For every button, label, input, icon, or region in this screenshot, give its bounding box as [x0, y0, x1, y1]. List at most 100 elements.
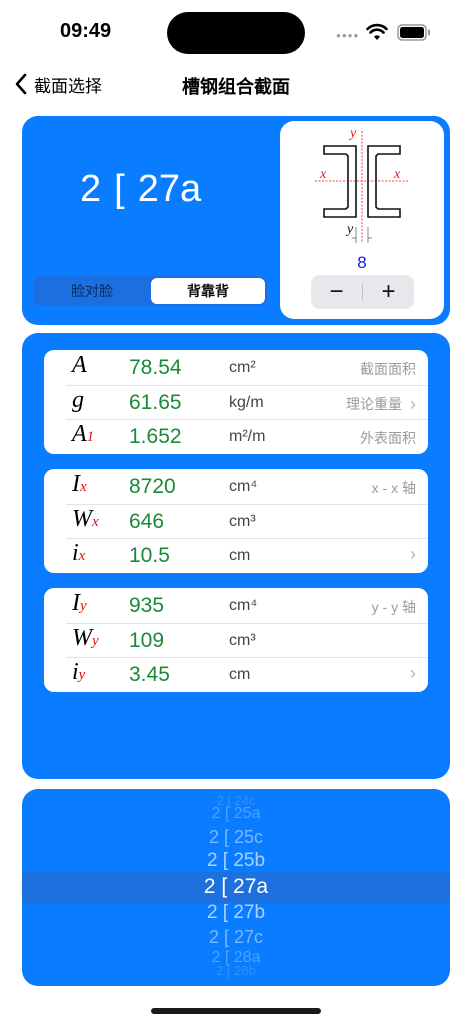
property-symbol-subscript: y — [80, 598, 87, 614]
property-symbol-subscript: y — [78, 667, 86, 684]
property-symbol: Iy — [72, 590, 87, 617]
chevron-right-icon: › — [410, 544, 416, 565]
property-symbol: Ix — [72, 471, 87, 498]
property-value: 646 — [129, 509, 165, 533]
axis-y-label-top: y — [348, 126, 357, 141]
property-note-text: y - y 轴 — [371, 599, 416, 615]
property-symbol-subscript: y — [92, 632, 99, 649]
double-channel-diagram: y x x y — [315, 126, 408, 243]
property-unit: cm³ — [229, 512, 256, 530]
property-symbol-letter: A — [72, 421, 87, 448]
property-symbol-subscript: x — [92, 513, 99, 530]
property-note: › — [410, 544, 416, 565]
section-diagram-panel: y x x y 8 − + — [280, 121, 444, 319]
property-unit: cm⁴ — [229, 597, 258, 614]
property-symbol: A1 — [72, 421, 94, 448]
picker-item[interactable]: 2 [ 25b — [22, 850, 450, 872]
property-row[interactable]: iy 3.45 cm › — [44, 657, 428, 692]
property-row: Wy 109 cm³ — [44, 622, 428, 658]
property-value: 935 — [129, 594, 165, 617]
property-symbol: Wx — [72, 506, 99, 533]
property-note: y - y 轴 — [372, 597, 416, 617]
status-time: 09:49 — [60, 20, 112, 42]
property-value: 1.652 — [129, 425, 182, 449]
chevron-right-icon: › — [410, 663, 416, 684]
property-unit: m²/m — [229, 428, 266, 446]
designation-count: 2 — [80, 168, 102, 210]
property-row[interactable]: g 61.65 kg/m 理论重量 › — [44, 384, 428, 420]
axis-x-label-left: x — [319, 167, 327, 182]
home-indicator — [151, 1008, 321, 1014]
property-note-text: 截面面积 — [360, 361, 416, 377]
picker-item[interactable]: 2 [ 27b — [22, 902, 450, 924]
property-symbol-letter: g — [72, 386, 84, 413]
property-group-y-axis: Iy 935 cm⁴ y - y 轴 Wy 109 cm³ iy 3.45 cm › — [44, 588, 428, 692]
property-symbol: A — [72, 352, 87, 379]
segment-back-to-back[interactable]: 背靠背 — [151, 278, 265, 304]
property-symbol-subscript: 1 — [86, 429, 95, 446]
picker-item[interactable]: 2 [ 25c — [22, 827, 450, 848]
section-summary-card: 2 [ 27a 脸对脸 背靠背 y x x y 8 − + — [22, 116, 450, 325]
status-bar: 09:49 ●●●● — [0, 0, 472, 62]
property-symbol-letter: W — [72, 505, 92, 532]
page-title: 槽钢组合截面 — [182, 77, 290, 97]
decrement-button[interactable]: − — [311, 275, 362, 309]
increment-button[interactable]: + — [363, 275, 414, 309]
property-symbol-letter: I — [72, 471, 80, 497]
property-unit: kg/m — [229, 393, 264, 411]
battery-icon — [397, 24, 430, 41]
property-note: x - x 轴 — [372, 478, 416, 498]
axis-y-label-bottom: y — [345, 222, 354, 237]
property-row[interactable]: ix 10.5 cm › — [44, 538, 428, 573]
property-row: A1 1.652 m²/m 外表面积 — [44, 419, 428, 454]
property-symbol-letter: i — [72, 540, 79, 567]
property-value: 78.54 — [129, 356, 182, 379]
property-value: 10.5 — [129, 544, 170, 568]
property-unit: cm — [229, 666, 251, 684]
segment-face-to-face[interactable]: 脸对脸 — [35, 278, 149, 304]
property-symbol-subscript: x — [80, 479, 87, 495]
designation-size: 27a — [137, 168, 202, 210]
property-note: › — [410, 663, 416, 684]
property-value: 3.45 — [129, 663, 170, 687]
dynamic-island — [167, 12, 305, 54]
picker-item-selected[interactable]: 2 [ 27a — [22, 875, 450, 899]
property-note: 截面面积 — [360, 359, 416, 379]
property-note: 理论重量 › — [346, 394, 416, 414]
axis-x-label-right: x — [393, 167, 401, 182]
property-symbol-letter: I — [72, 590, 80, 616]
property-symbol-letter: i — [72, 659, 79, 686]
property-row: A 78.54 cm² 截面面积 — [44, 350, 428, 385]
property-unit: cm — [229, 547, 251, 565]
picker-item[interactable]: 2 [ 25a — [22, 805, 450, 823]
property-symbol: Wy — [72, 625, 99, 652]
designation-symbol: [ — [114, 168, 125, 210]
spacing-stepper: − + — [311, 275, 414, 309]
property-note-text: x - x 轴 — [371, 480, 416, 496]
chevron-right-icon: › — [410, 393, 416, 414]
channel-spacing-value: 8 — [357, 253, 367, 272]
property-row: Wx 646 cm³ — [44, 503, 428, 539]
property-unit: cm⁴ — [229, 478, 258, 495]
property-value: 8720 — [129, 475, 176, 498]
picker-item[interactable]: 2 [ 28b — [22, 963, 450, 978]
property-row: Ix 8720 cm⁴ x - x 轴 — [44, 469, 428, 504]
property-unit: cm² — [229, 359, 256, 376]
property-symbol: iy — [72, 659, 85, 686]
property-value: 109 — [129, 628, 165, 652]
property-row: Iy 935 cm⁴ y - y 轴 — [44, 588, 428, 623]
property-symbol: g — [72, 387, 84, 414]
property-symbol-subscript: x — [78, 548, 86, 565]
property-symbol-letter: A — [72, 352, 87, 378]
property-group-x-axis: Ix 8720 cm⁴ x - x 轴 Wx 646 cm³ ix 10.5 cm › — [44, 469, 428, 573]
property-note-text: 理论重量 — [346, 395, 402, 412]
property-group-general: A 78.54 cm² 截面面积 g 61.65 kg/m 理论重量 › A1 1.652 m²/m 外… — [44, 350, 428, 454]
picker-item[interactable]: 2 [ 27c — [22, 927, 450, 948]
cellular-signal-icon: ●●●● — [336, 31, 360, 40]
property-note-text: 外表面积 — [360, 430, 416, 447]
properties-card: A 78.54 cm² 截面面积 g 61.65 kg/m 理论重量 › A1 1.652 m²/m 外… — [22, 333, 450, 779]
property-unit: cm³ — [229, 631, 256, 649]
property-note: 外表面积 — [360, 428, 416, 448]
property-symbol: ix — [72, 540, 85, 567]
navigation-bar: 截面选择 槽钢组合截面 — [0, 62, 472, 106]
